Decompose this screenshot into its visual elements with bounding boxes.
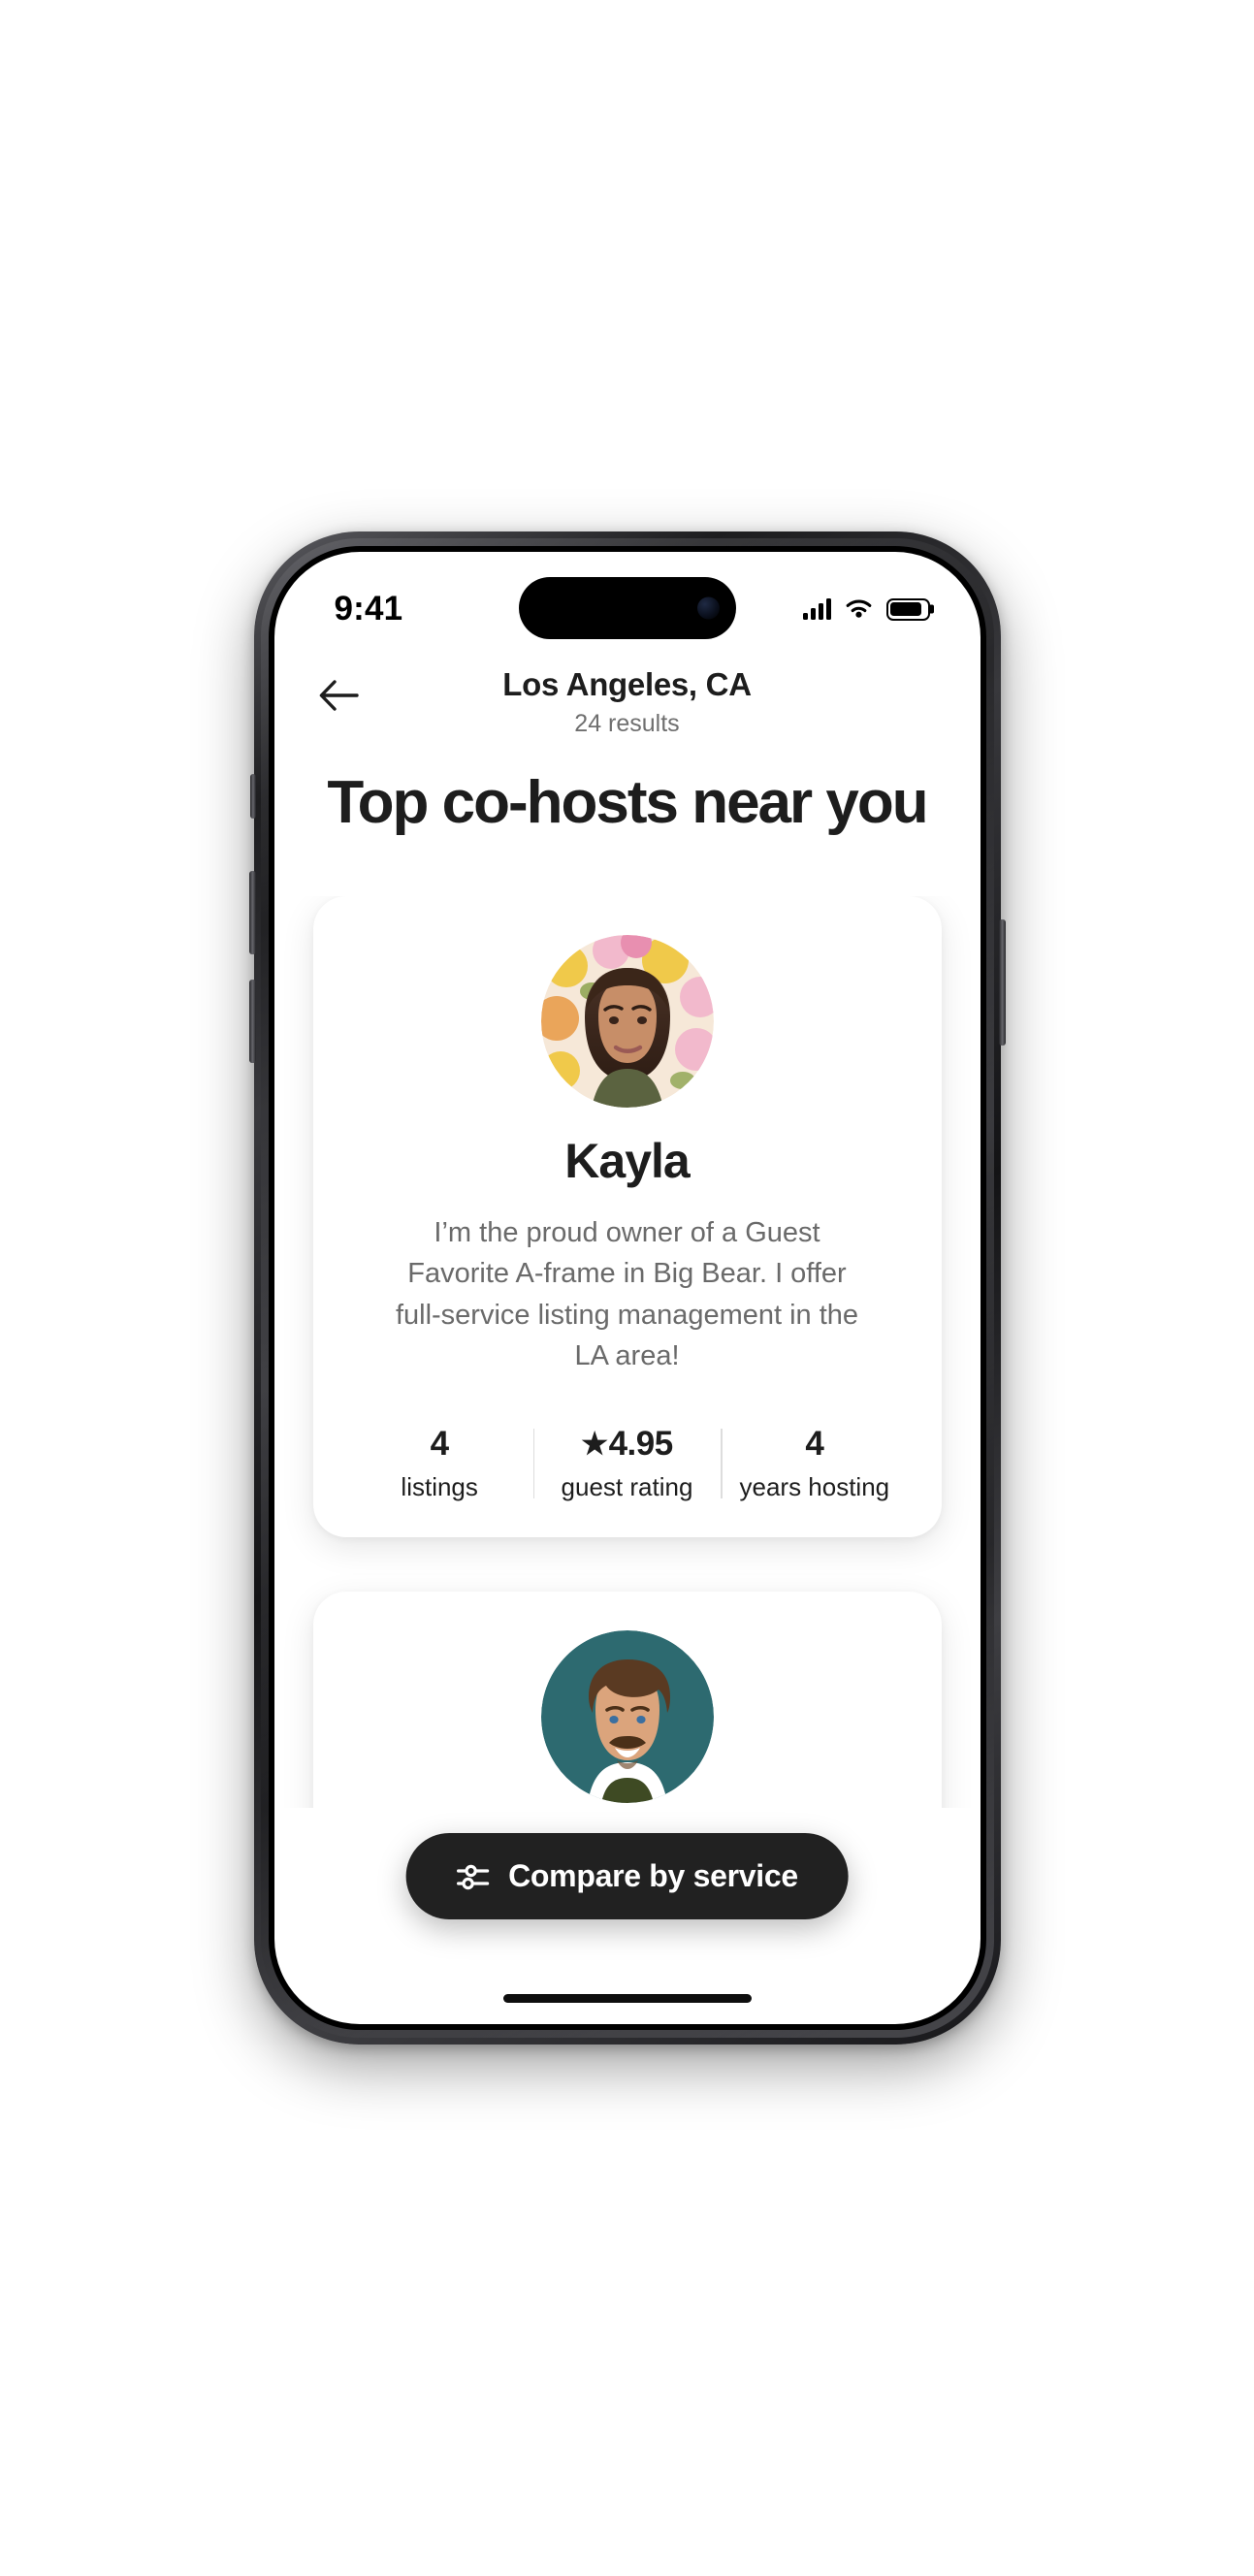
back-button[interactable]	[311, 668, 366, 723]
host-stats: 4 listings ★ 4.95 guest rating 4 years h…	[346, 1425, 909, 1502]
status-bar: 9:41	[274, 552, 981, 645]
silent-switch-button[interactable]	[249, 774, 256, 819]
app-header: Los Angeles, CA 24 results	[274, 645, 981, 737]
stat-years-hosting: 4 years hosting	[721, 1425, 908, 1502]
kayla-avatar-image	[540, 934, 714, 1108]
sliders-filter-icon	[456, 1864, 489, 1889]
stat-label: listings	[401, 1472, 478, 1502]
stat-listings: 4 listings	[346, 1425, 533, 1502]
co-host-card[interactable]: Kayla I’m the proud owner of a Guest Fav…	[312, 895, 942, 1538]
page-title: Top co-hosts near you	[327, 769, 928, 836]
wifi-icon	[846, 598, 871, 618]
header-title: Los Angeles, CA	[502, 666, 752, 702]
avatar	[540, 1630, 714, 1804]
co-host-card-list[interactable]: Kayla I’m the proud owner of a Guest Fav…	[274, 895, 981, 1808]
star-icon: ★	[581, 1426, 608, 1461]
compare-by-service-button[interactable]: Compare by service	[405, 1833, 849, 1919]
back-arrow-icon	[319, 680, 359, 711]
phone-bezel: 9:41 Los Angeles, CA 24 results Top co-h…	[268, 546, 986, 2030]
dynamic-island	[518, 577, 736, 639]
battery-icon	[885, 597, 930, 621]
compare-button-label: Compare by service	[508, 1858, 798, 1893]
stat-guest-rating: ★ 4.95 guest rating	[532, 1425, 721, 1502]
host-bio: I’m the proud owner of a Guest Favorite …	[395, 1216, 859, 1371]
status-bar-indicators	[802, 597, 930, 621]
stat-label: years hosting	[739, 1472, 890, 1502]
co-host-card[interactable]: Matthew I was an early adopter of Airbnb…	[312, 1592, 942, 1808]
matthew-avatar-image	[540, 1630, 714, 1804]
avatar	[540, 934, 714, 1108]
header-text-block: Los Angeles, CA 24 results	[274, 666, 981, 738]
host-name: Kayla	[564, 1133, 690, 1188]
phone-frame: 9:41 Los Angeles, CA 24 results Top co-h…	[248, 531, 1006, 2045]
stat-value: 4	[805, 1425, 824, 1464]
stat-value-wrap: ★ 4.95	[539, 1425, 715, 1464]
front-camera-icon	[696, 596, 720, 620]
stat-label: guest rating	[561, 1472, 693, 1502]
stat-value: 4.95	[608, 1425, 674, 1464]
volume-down-button[interactable]	[248, 980, 256, 1063]
phone-screen: 9:41 Los Angeles, CA 24 results Top co-h…	[273, 552, 981, 2024]
stat-value: 4	[430, 1425, 449, 1464]
screenshot-stage: 9:41 Los Angeles, CA 24 results Top co-h…	[0, 0, 1254, 2576]
status-bar-time: 9:41	[334, 590, 403, 628]
power-button[interactable]	[998, 919, 1006, 1046]
header-results-count: 24 results	[574, 710, 680, 737]
home-indicator[interactable]	[502, 1994, 752, 2003]
volume-up-button[interactable]	[248, 871, 256, 954]
signal-bars-icon	[802, 598, 831, 620]
